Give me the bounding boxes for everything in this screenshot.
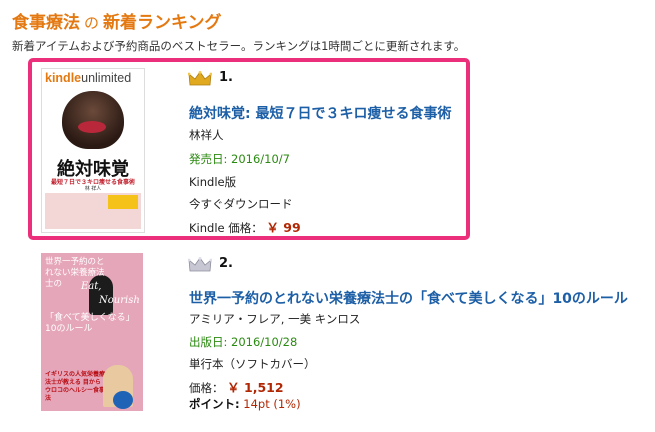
price-label-2: 価格： bbox=[189, 381, 224, 395]
author-2[interactable]: アミリア・フレア, 一美 キンロス bbox=[189, 311, 360, 327]
kindle-unlimited-logo: kindleunlimited bbox=[45, 71, 132, 85]
cover-lips-image bbox=[78, 121, 106, 133]
silver-crown-icon bbox=[188, 257, 212, 272]
title-tail: 新着ランキング bbox=[103, 13, 222, 33]
book-cover-1[interactable]: kindleunlimited 絶対味覚 最短７日で３キロ痩せる食事術 林 祥人 bbox=[41, 68, 145, 233]
rank-number-1: 1. bbox=[219, 70, 233, 85]
page-title: 食事療法の新着ランキング bbox=[12, 8, 222, 33]
title-mid: の bbox=[84, 14, 100, 32]
cover-badge bbox=[113, 391, 133, 409]
product-title-2[interactable]: 世界一予約のとれない栄養療法士の「食べて美しくなる」10のルール bbox=[189, 288, 628, 308]
rank-number-2: 2. bbox=[219, 256, 233, 271]
cover-red-text: イギリスの人気栄養療法士が教える 目からウロコのヘルシー食事法 bbox=[45, 371, 106, 402]
release-date-1: 発売日: 2016/10/7 bbox=[189, 152, 290, 166]
cover-ranking-badge bbox=[108, 195, 138, 209]
price-row-1: Kindle 価格： ￥ 99 bbox=[189, 217, 301, 236]
gold-crown-icon bbox=[188, 71, 212, 86]
price-label-1: Kindle 価格： bbox=[189, 221, 263, 235]
page-subtitle: 新着アイテムおよび予約商品のベストセラー。ランキングは1時間ごとに更新されます。 bbox=[12, 39, 466, 53]
cover-main-text: 「食べて美しくなる」10のルール bbox=[45, 313, 135, 334]
author-1[interactable]: 林祥人 bbox=[189, 127, 224, 143]
release-date-2: 出版日: 2016/10/28 bbox=[189, 335, 298, 349]
price-1: ￥ 99 bbox=[266, 220, 301, 235]
cover-author: 林 祥人 bbox=[84, 186, 102, 192]
price-2: ￥ 1,512 bbox=[227, 380, 284, 395]
format-1[interactable]: Kindle版 bbox=[189, 174, 236, 190]
product-title-1[interactable]: 絶対味覚: 最短７日で３キロ痩せる食事術 bbox=[189, 103, 451, 123]
cover-eat-text: Eat, bbox=[81, 281, 102, 292]
cover-nourish-text: Nourish bbox=[99, 295, 140, 306]
book-cover-2[interactable]: 世界一予約のとれない栄養療法士の Eat, Nourish 「食べて美しくなる」… bbox=[41, 253, 143, 411]
points-row-2: ポイント: 14pt (1%) bbox=[189, 396, 301, 412]
format-2[interactable]: 単行本（ソフトカバー） bbox=[189, 356, 316, 372]
points-label-2: ポイント: bbox=[189, 397, 240, 411]
availability-1: 今すぐダウンロード bbox=[189, 197, 293, 211]
title-category[interactable]: 食事療法 bbox=[12, 13, 80, 33]
price-row-2: 価格： ￥ 1,512 bbox=[189, 377, 284, 396]
points-value-2: 14pt (1%) bbox=[243, 397, 301, 411]
cover-face-image bbox=[62, 91, 124, 149]
